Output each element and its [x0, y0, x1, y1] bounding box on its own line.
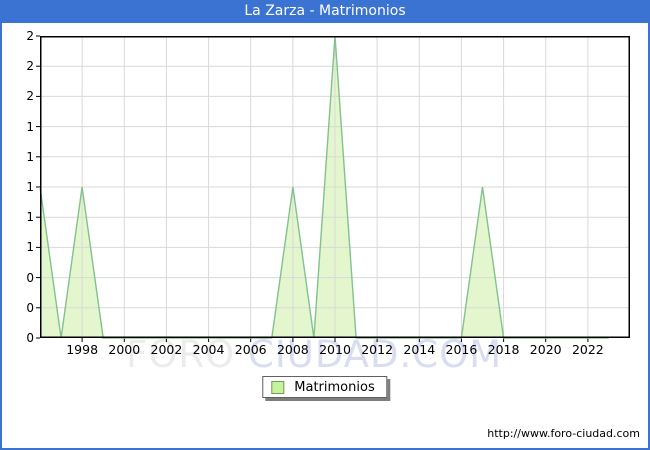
y-axis-tick-label: 1 — [26, 119, 34, 134]
x-axis-tick-label: 2002 — [150, 342, 183, 357]
x-axis-tick-label: 2004 — [192, 342, 225, 357]
y-axis-tick-label: 0 — [26, 300, 34, 315]
x-axis-tick-label: 2014 — [403, 342, 436, 357]
x-axis-tick-label: 2018 — [487, 342, 520, 357]
x-axis-tick-label: 2000 — [108, 342, 141, 357]
x-axis-tick-label: 1998 — [66, 342, 99, 357]
footer-url: http://www.foro-ciudad.com — [487, 427, 640, 440]
x-axis-tick-label: 2010 — [319, 342, 351, 357]
x-axis-tick-label: 2020 — [529, 342, 562, 357]
y-axis-tick-label: 1 — [26, 210, 34, 225]
y-axis-tick-label: 1 — [26, 180, 34, 194]
y-axis-tick-label: 2 — [26, 89, 34, 104]
legend-swatch-icon — [271, 380, 285, 394]
y-axis-tick-label: 2 — [26, 59, 34, 74]
chart-title: La Zarza - Matrimonios — [2, 2, 648, 23]
x-axis-tick-label: 2016 — [445, 342, 478, 357]
legend: Matrimonios — [262, 376, 388, 398]
y-axis-tick-label: 1 — [26, 149, 34, 164]
y-axis-tick-label: 0 — [26, 270, 34, 285]
legend-item-label: Matrimonios — [294, 379, 375, 395]
y-axis-tick-label: 0 — [26, 331, 34, 345]
chart-window: La Zarza - Matrimonios FORO CIUDAD.COM 2… — [0, 0, 650, 450]
y-axis-tick-label: 2 — [26, 29, 34, 43]
y-axis-tick-label: 1 — [26, 240, 34, 255]
area-chart-svg — [36, 35, 630, 342]
x-axis-tick-label: 2012 — [361, 342, 394, 357]
x-axis-tick-label: 2022 — [571, 342, 604, 357]
x-axis-tick-label: 2008 — [276, 342, 309, 357]
x-axis-tick-label: 2006 — [234, 342, 267, 357]
